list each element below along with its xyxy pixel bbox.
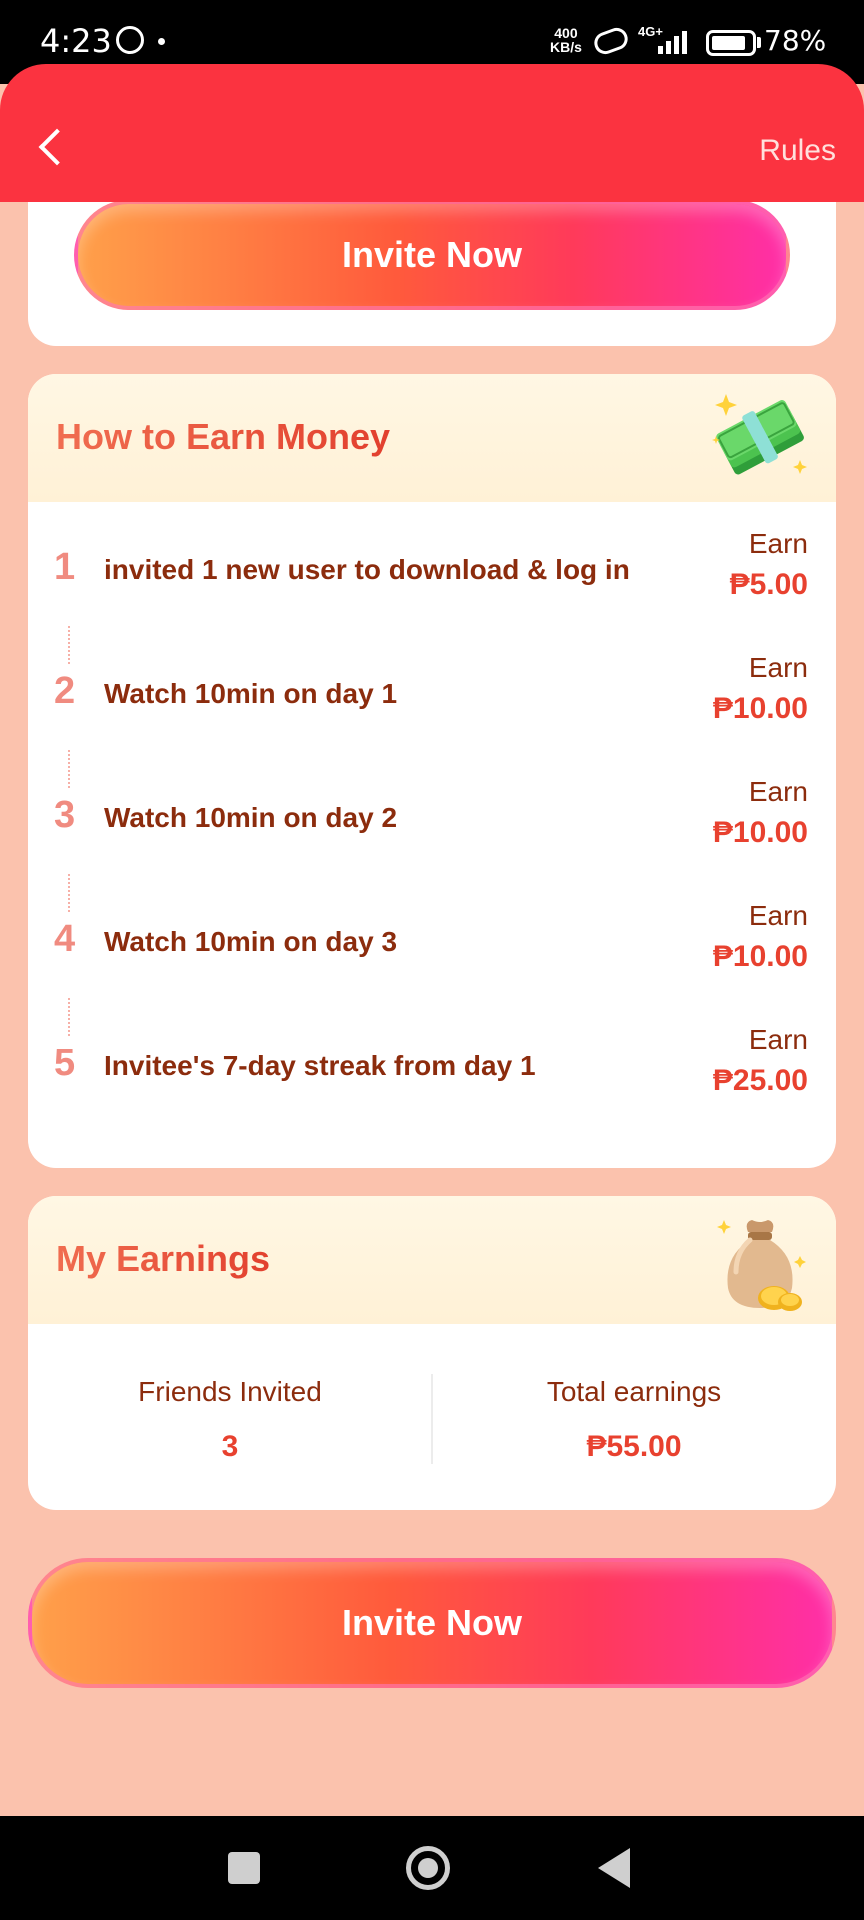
money-stack-icon bbox=[712, 394, 807, 475]
step-number: 1 bbox=[54, 546, 76, 588]
step-amount: ₱5.00 bbox=[729, 568, 808, 601]
friends-invited-value: 3 bbox=[221, 1430, 239, 1463]
step-earn-label: Earn bbox=[748, 776, 808, 807]
step-description: invited 1 new user to download & log in bbox=[104, 554, 630, 585]
earn-step: 3 Watch 10min on day 2 Earn ₱10.00 bbox=[28, 770, 836, 870]
my-earnings-card: My Earnings Friends Invited 3 Total earn… bbox=[28, 1196, 836, 1510]
invite-now-button[interactable]: Invite Now bbox=[74, 200, 790, 310]
network-speed-unit: KB/s bbox=[550, 39, 582, 55]
friends-invited-stat: Friends Invited 3 bbox=[28, 1376, 432, 1464]
money-bag-icon bbox=[717, 1220, 806, 1311]
step-earn-label: Earn bbox=[748, 652, 808, 683]
how-to-earn-card: How to Earn Money 1 invited 1 new user t… bbox=[28, 374, 836, 1168]
my-earnings-title: My Earnings bbox=[56, 1238, 271, 1279]
network-speed-value: 400 bbox=[554, 25, 578, 41]
earn-step: 2 Watch 10min on day 1 Earn ₱10.00 bbox=[28, 646, 836, 746]
step-earn-label: Earn bbox=[748, 528, 808, 559]
earn-step: 4 Watch 10min on day 3 Earn ₱10.00 bbox=[28, 894, 836, 994]
network-speed: 400 KB/s bbox=[550, 26, 582, 54]
step-amount: ₱10.00 bbox=[712, 816, 808, 849]
card-header: My Earnings bbox=[28, 1196, 836, 1324]
step-amount: ₱10.00 bbox=[712, 940, 808, 973]
step-earn-label: Earn bbox=[748, 1024, 808, 1055]
how-to-earn-title: How to Earn Money bbox=[56, 416, 391, 457]
system-nav-bar bbox=[0, 1816, 864, 1920]
friends-invited-label: Friends Invited bbox=[138, 1376, 322, 1407]
status-time: 4:23 bbox=[40, 22, 112, 60]
total-earnings-stat: Total earnings ₱55.00 bbox=[432, 1376, 836, 1464]
back-arrow-icon[interactable] bbox=[38, 128, 76, 166]
rules-link[interactable]: Rules bbox=[759, 134, 836, 168]
step-description: Watch 10min on day 3 bbox=[104, 926, 398, 957]
earn-step: 5 Invitee's 7-day streak from day 1 Earn… bbox=[28, 1018, 836, 1118]
step-amount: ₱10.00 bbox=[712, 692, 808, 725]
card-header: How to Earn Money bbox=[28, 374, 836, 502]
invite-now-bottom-button[interactable]: Invite Now bbox=[28, 1558, 836, 1688]
step-amount: ₱25.00 bbox=[712, 1064, 808, 1097]
notification-app-icon bbox=[116, 26, 144, 54]
total-earnings-label: Total earnings bbox=[546, 1376, 722, 1407]
step-description: Watch 10min on day 2 bbox=[104, 802, 398, 833]
recents-button-icon[interactable] bbox=[228, 1852, 260, 1884]
step-description: Watch 10min on day 1 bbox=[104, 678, 398, 709]
step-number: 5 bbox=[54, 1042, 76, 1084]
battery-percent: 78% bbox=[764, 24, 827, 57]
battery-icon bbox=[706, 30, 756, 56]
step-number: 2 bbox=[54, 670, 76, 712]
step-earn-label: Earn bbox=[748, 900, 808, 931]
step-description: Invitee's 7-day streak from day 1 bbox=[104, 1050, 536, 1081]
hotspot-icon bbox=[591, 24, 631, 58]
app-header: Rules bbox=[0, 64, 864, 202]
earn-step: 1 invited 1 new user to download & log i… bbox=[28, 522, 836, 622]
home-button-icon[interactable] bbox=[406, 1846, 450, 1890]
signal-icon bbox=[658, 28, 694, 54]
back-button-icon[interactable] bbox=[598, 1848, 630, 1888]
step-number: 3 bbox=[54, 794, 76, 836]
notification-dot-icon bbox=[158, 38, 165, 45]
total-earnings-value: ₱55.00 bbox=[586, 1430, 682, 1463]
step-number: 4 bbox=[54, 918, 76, 960]
